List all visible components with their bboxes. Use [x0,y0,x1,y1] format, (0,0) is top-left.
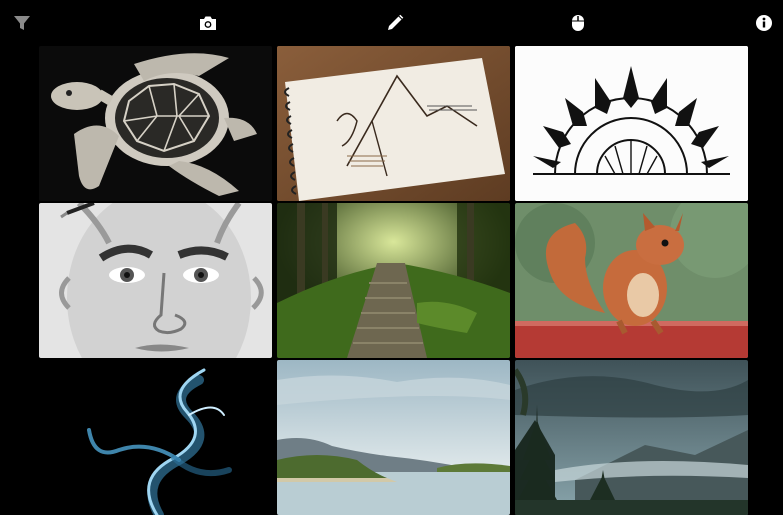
mouse-icon [572,15,584,31]
camera-button[interactable] [197,12,219,34]
gallery-item-blue-smoke[interactable] [39,360,272,515]
image-gallery [0,44,783,515]
forest-path-photo-image [277,203,510,358]
gallery-item-lake-island[interactable] [277,360,510,515]
top-toolbar [0,0,783,44]
misty-mountains-photo-image [515,360,748,515]
pencil-icon [388,14,404,30]
mouse-button[interactable] [567,12,589,34]
sea-turtle-drawing-image [39,46,272,201]
filter-icon [14,16,30,30]
gallery-item-sketchbook[interactable] [277,46,510,201]
gallery-item-forest-path[interactable] [277,203,510,358]
draw-button[interactable] [384,12,406,34]
blue-smoke-photo-image [39,360,272,515]
gallery-item-sea-turtle[interactable] [39,46,272,201]
gallery-item-misty-mountains[interactable] [515,360,748,515]
info-icon [756,15,772,31]
gallery-item-face-drawing[interactable] [39,203,272,358]
filter-button[interactable] [11,12,33,34]
gallery-item-red-squirrel[interactable] [515,203,748,358]
gallery-item-mandala[interactable] [515,46,748,201]
red-squirrel-photo-image [515,203,748,358]
sketchbook-drawing-image [277,46,510,201]
face-pencil-drawing-image [39,203,272,358]
lake-island-photo-image [277,360,510,515]
info-button[interactable] [753,12,775,34]
camera-icon [200,16,216,30]
mandala-drawing-image [515,46,748,201]
